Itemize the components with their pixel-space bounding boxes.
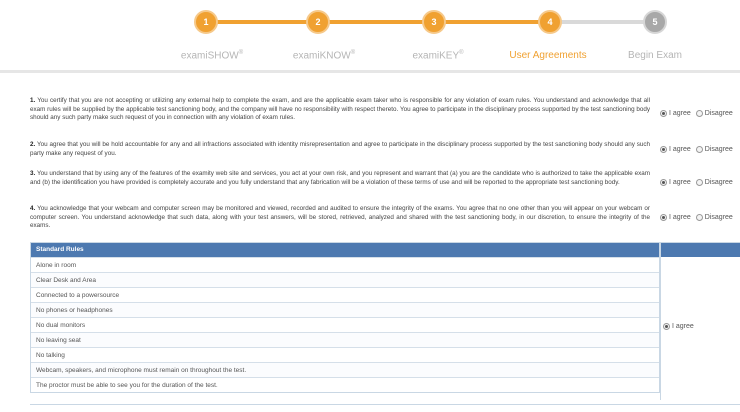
step-4-label: User Agreements xyxy=(509,50,587,61)
rule-row: Webcam, speakers, and microphone must re… xyxy=(31,362,659,377)
step-3-label: examiKEY® xyxy=(412,50,464,62)
standard-rules-header: Standard Rules xyxy=(31,243,659,257)
rule-row: No dual monitors xyxy=(31,317,659,332)
agree-radio[interactable] xyxy=(660,110,667,117)
step-4-circle: 4 xyxy=(538,10,562,34)
agree-label[interactable]: I agree xyxy=(669,179,691,186)
agree-label[interactable]: I agree xyxy=(669,146,691,153)
disagree-radio[interactable] xyxy=(695,110,703,117)
standard-rules-table: Standard Rules Alone in room Clear Desk … xyxy=(30,242,660,393)
rules-agree-panel xyxy=(660,242,740,400)
agreement-text: You acknowledge that your webcam and com… xyxy=(30,205,650,230)
agree-label[interactable]: I agree xyxy=(669,110,691,117)
agreement-3-choice: I agree Disagree xyxy=(660,179,733,186)
rule-row: Clear Desk and Area xyxy=(31,272,659,287)
disagree-label[interactable]: Disagree xyxy=(705,110,733,117)
rules-agree-radio[interactable] xyxy=(663,323,670,330)
agreement-2-choice: I agree Disagree xyxy=(660,146,733,153)
agreement-number: 1. xyxy=(30,97,36,104)
agreement-1-choice: I agree Disagree xyxy=(660,110,733,117)
agree-radio[interactable] xyxy=(660,179,667,186)
progress-track-completed xyxy=(206,20,550,24)
bottom-divider xyxy=(30,404,740,405)
rule-row: No talking xyxy=(31,347,659,362)
disagree-radio[interactable] xyxy=(695,179,703,186)
agreement-4-choice: I agree Disagree xyxy=(660,214,733,221)
agreement-text: You understand that by using any of the … xyxy=(30,170,650,186)
header-divider xyxy=(0,70,740,73)
rules-choice: I agree xyxy=(663,323,694,330)
agreement-4: 4. You acknowledge that your webcam and … xyxy=(30,205,650,231)
rule-row: Connected to a powersource xyxy=(31,287,659,302)
agree-radio[interactable] xyxy=(660,214,667,221)
disagree-label[interactable]: Disagree xyxy=(705,214,733,221)
step-2-label: examiKNOW® xyxy=(292,50,356,62)
rules-agree-label[interactable]: I agree xyxy=(672,323,694,330)
rule-row: No phones or headphones xyxy=(31,302,659,317)
rule-row: No leaving seat xyxy=(31,332,659,347)
agreement-2: 2. You agree that you will be hold accou… xyxy=(30,141,650,158)
agreement-text: You agree that you will be hold accounta… xyxy=(30,141,650,157)
step-1-label: examiSHOW® xyxy=(180,50,244,62)
step-5-label: Begin Exam xyxy=(628,50,682,61)
disagree-label[interactable]: Disagree xyxy=(705,146,733,153)
rules-agree-panel-header xyxy=(661,243,740,257)
agreement-number: 4. xyxy=(30,205,36,212)
agree-label[interactable]: I agree xyxy=(669,214,691,221)
step-3-circle: 3 xyxy=(422,10,446,34)
agree-radio[interactable] xyxy=(660,146,667,153)
rule-row: Alone in room xyxy=(31,257,659,272)
progress-stepper: 1 2 3 4 5 examiSHOW® examiKNOW® examiKEY… xyxy=(0,0,740,70)
rule-row: The proctor must be able to see you for … xyxy=(31,377,659,392)
agreement-number: 2. xyxy=(30,141,36,148)
agreement-number: 3. xyxy=(30,170,36,177)
agreement-3: 3. You understand that by using any of t… xyxy=(30,170,650,187)
disagree-radio[interactable] xyxy=(695,146,703,153)
step-5-circle: 5 xyxy=(643,10,667,34)
agreement-text: You certify that you are not accepting o… xyxy=(30,97,650,122)
progress-track-remaining xyxy=(550,20,655,24)
step-2-circle: 2 xyxy=(306,10,330,34)
step-1-circle: 1 xyxy=(194,10,218,34)
disagree-radio[interactable] xyxy=(695,214,703,221)
disagree-label[interactable]: Disagree xyxy=(705,179,733,186)
agreement-1: 1. You certify that you are not acceptin… xyxy=(30,97,650,123)
